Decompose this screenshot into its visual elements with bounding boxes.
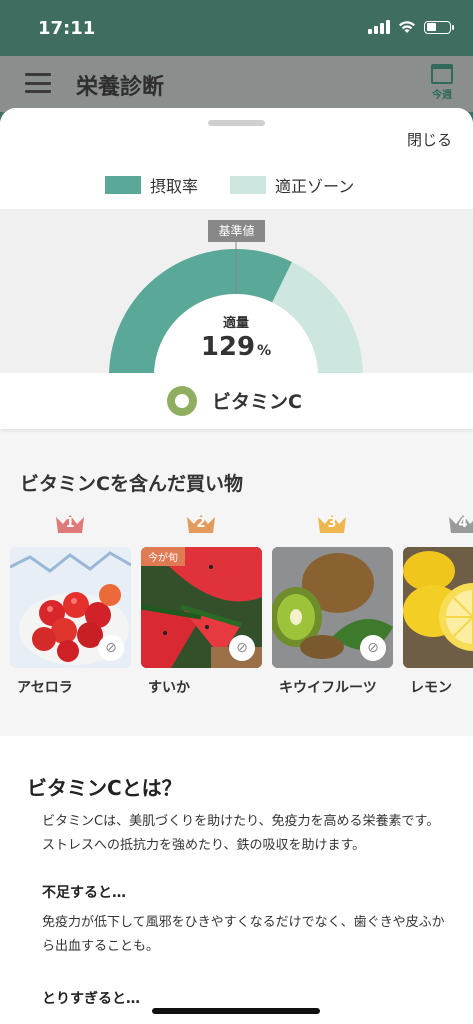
- shopping-section: ビタミンCを含んだ買い物 1 ⊘ アセロラ 2 今が旬 ⊘ すいか 3 ⊘ キウ…: [0, 429, 473, 736]
- paperclip-icon[interactable]: ⊘: [229, 635, 255, 661]
- signal-icon: [368, 20, 390, 34]
- season-badge: 今が旬: [141, 547, 185, 566]
- gauge-chart: 基準値 適量 129% ビタミンC: [0, 209, 473, 429]
- nutrient-sheet: 閉じる 摂取率 適正ゾーン 基準値 適量 129% ビタミンC ビタミンCを含ん…: [0, 108, 473, 1024]
- close-button[interactable]: 閉じる: [407, 129, 452, 150]
- food-card[interactable]: 2 今が旬 ⊘ すいか: [141, 513, 262, 697]
- rank-crown: 1: [10, 513, 131, 535]
- rank-number: 4: [458, 516, 468, 531]
- page-title: 栄養診断: [76, 75, 165, 100]
- rank-crown: 4: [403, 513, 473, 535]
- description-body: ビタミンCは、美肌づくりを助けたり、免疫力を高める栄養素です。ストレスへの抵抗力…: [42, 814, 440, 853]
- legend-label: 摂取率: [150, 177, 199, 196]
- legend-item-zone: 適正ゾーン: [230, 173, 354, 197]
- shortage-text: 免疫力が低下して風邪をひきやすくなるだけでなく、歯ぐきや皮ふから出血することも。: [42, 915, 445, 954]
- battery-icon: [424, 20, 454, 34]
- excess-title: とりすぎると…: [42, 991, 140, 1007]
- rank-crown: 2: [141, 513, 262, 535]
- nutrient-bar: ビタミンC: [0, 373, 473, 429]
- reference-tag: 基準値: [208, 220, 265, 242]
- food-name: キウイフルーツ: [279, 680, 377, 696]
- week-label: 今週: [432, 90, 452, 101]
- shopping-title: ビタミンCを含んだ買い物: [20, 473, 243, 495]
- nutrient-description: ビタミンCとは？ ビタミンCは、美肌づくりを助けたり、免疫力を高める栄養素です。…: [0, 736, 473, 1024]
- legend-swatch: [105, 176, 141, 194]
- food-card[interactable]: 4 レモン: [403, 513, 473, 697]
- status-time: 17:11: [38, 18, 96, 39]
- sheet-grabber[interactable]: [208, 120, 265, 126]
- gauge-percent: 129: [200, 332, 256, 362]
- food-card[interactable]: 1 ⊘ アセロラ: [10, 513, 131, 697]
- home-indicator: [152, 1008, 320, 1014]
- sheet-header: 閉じる 摂取率 適正ゾーン: [0, 108, 473, 209]
- app-header: 栄養診断 今週: [0, 56, 473, 112]
- legend-item-intake: 摂取率: [105, 173, 198, 197]
- paperclip-icon[interactable]: ⊘: [98, 635, 124, 661]
- paperclip-icon[interactable]: ⊘: [360, 635, 386, 661]
- rank-number: 2: [196, 516, 206, 531]
- week-button[interactable]: 今週: [429, 64, 455, 101]
- legend: 摂取率 適正ゾーン: [105, 173, 354, 197]
- rank-number: 3: [327, 516, 337, 531]
- legend-swatch: [230, 176, 267, 194]
- rank-number: 1: [65, 516, 75, 531]
- calendar-icon: [431, 64, 453, 84]
- wifi-icon: [399, 21, 415, 33]
- gauge-value: 129%: [166, 332, 306, 362]
- food-name: アセロラ: [17, 680, 73, 696]
- nutrient-icon: [167, 386, 197, 416]
- food-photo-kiwi: ⊘: [272, 547, 393, 668]
- shortage-title: 不足すると…: [42, 885, 126, 901]
- status-bar: 17:11: [0, 0, 473, 56]
- gauge-unit: %: [257, 343, 272, 359]
- description-title: ビタミンCとは？: [27, 776, 182, 800]
- food-card[interactable]: 3 ⊘ キウイフルーツ: [272, 513, 393, 697]
- food-photo-acerola: ⊘: [10, 547, 131, 668]
- rank-crown: 3: [272, 513, 393, 535]
- status-icons: [368, 20, 454, 34]
- food-name: すいか: [148, 680, 190, 696]
- food-name: レモン: [410, 680, 452, 696]
- legend-label: 適正ゾーン: [275, 177, 355, 196]
- gauge-status-label: 適量: [222, 316, 249, 331]
- food-photo-watermelon: 今が旬 ⊘: [141, 547, 262, 668]
- hamburger-icon[interactable]: [25, 73, 51, 93]
- food-photo-lemon: [403, 547, 473, 668]
- shopping-carousel[interactable]: 1 ⊘ アセロラ 2 今が旬 ⊘ すいか 3 ⊘ キウイフルーツ 4 レモン: [10, 513, 473, 697]
- nutrient-name: ビタミンC: [212, 391, 302, 413]
